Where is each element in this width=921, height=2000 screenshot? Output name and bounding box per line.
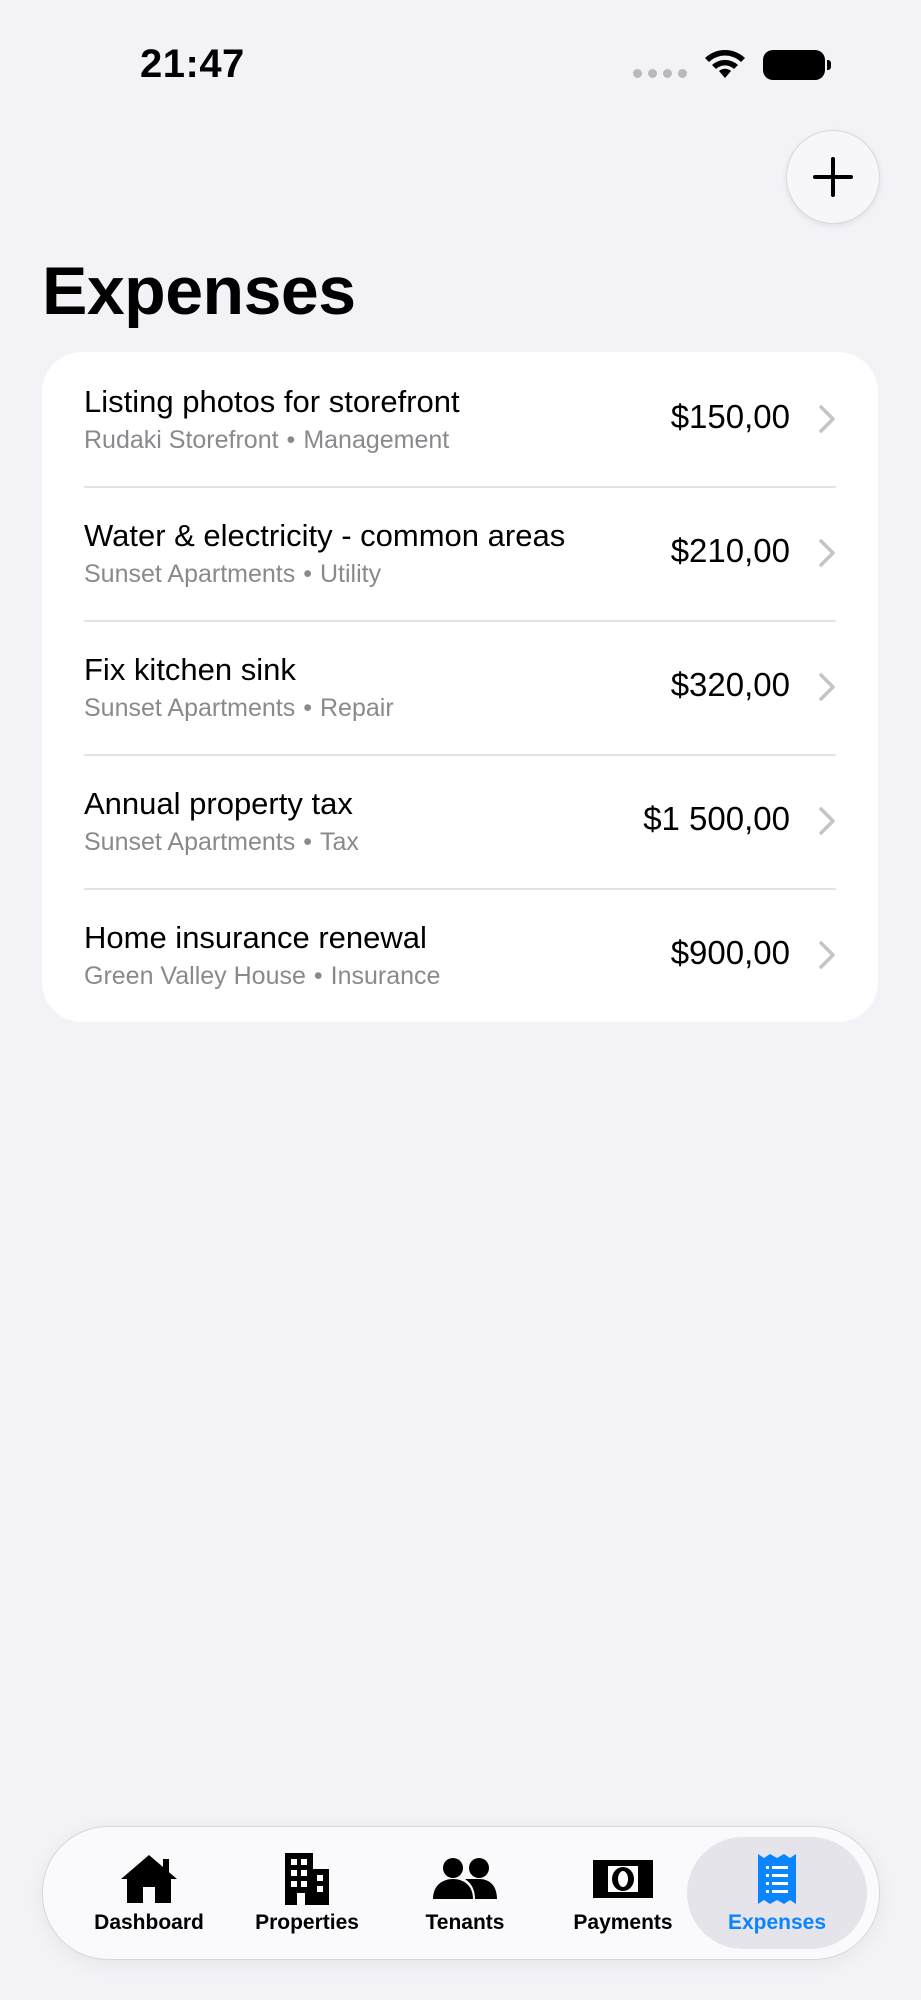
chevron-right-icon	[819, 539, 835, 567]
expense-row[interactable]: Home insurance renewal Green Valley Hous…	[42, 888, 878, 1022]
chevron-right-icon	[819, 807, 835, 835]
expense-title: Annual property tax	[84, 786, 353, 821]
status-time: 21:47	[140, 42, 245, 86]
expense-property: Sunset Apartments	[84, 828, 296, 856]
expense-title: Home insurance renewal	[84, 920, 427, 955]
expense-property: Sunset Apartments	[84, 560, 296, 588]
cellular-signal-icon	[633, 68, 687, 78]
house-icon	[121, 1855, 177, 1903]
expense-amount: $320,00	[670, 666, 790, 703]
tab-label: Properties	[255, 1911, 359, 1934]
tab-tenants[interactable]: Tenants	[375, 1837, 555, 1949]
expense-category: Insurance	[330, 962, 441, 990]
tab-dashboard[interactable]: Dashboard	[59, 1837, 239, 1949]
chevron-right-icon	[819, 405, 835, 433]
banknote-icon	[593, 1860, 653, 1898]
expense-category: Utility	[320, 560, 382, 588]
expense-category: Tax	[320, 828, 359, 856]
tab-label: Expenses	[727, 1911, 827, 1934]
expense-row[interactable]: Fix kitchen sink Sunset Apartments • Repai…	[42, 620, 878, 754]
expense-title: Listing photos for storefront	[84, 384, 460, 419]
expense-category: Management	[303, 426, 450, 454]
expense-property: Rudaki Storefront	[84, 426, 279, 454]
expense-category: Repair	[320, 694, 394, 722]
plus-icon	[813, 157, 853, 197]
expense-title: Fix kitchen sink	[84, 652, 296, 687]
expense-subtitle: Green Valley House • Insurance	[84, 962, 440, 991]
battery-icon	[763, 50, 831, 80]
expense-row[interactable]: Listing photos for storefront Rudaki Sto…	[42, 352, 878, 486]
expense-amount: $1 500,00	[643, 800, 790, 837]
status-indicators	[633, 48, 831, 82]
expense-amount: $210,00	[670, 532, 790, 569]
tab-payments[interactable]: Payments	[533, 1837, 713, 1949]
separator-dot: •	[303, 694, 312, 722]
building-icon	[285, 1853, 329, 1905]
tab-properties[interactable]: Properties	[217, 1837, 397, 1949]
status-bar: 21:47	[0, 0, 921, 120]
expense-amount: $150,00	[670, 398, 790, 435]
tab-expenses[interactable]: Expenses	[687, 1837, 867, 1949]
separator-dot: •	[303, 560, 312, 588]
expense-title: Water & electricity - common areas	[84, 518, 566, 553]
expense-subtitle: Sunset Apartments • Repair	[84, 694, 394, 723]
separator-dot: •	[313, 962, 323, 990]
expenses-list: Listing photos for storefront Rudaki Sto…	[42, 352, 878, 1022]
chevron-right-icon	[819, 673, 835, 701]
chevron-right-icon	[819, 941, 835, 969]
expense-amount: $900,00	[670, 934, 790, 971]
people-icon	[433, 1858, 497, 1899]
receipt-icon	[758, 1854, 796, 1904]
add-expense-button[interactable]	[786, 130, 880, 224]
expense-subtitle: Sunset Apartments • Tax	[84, 828, 359, 857]
tab-bar: Dashboard Properties Tenants Payments Ex…	[42, 1826, 880, 1960]
tab-label: Tenants	[425, 1911, 505, 1934]
wifi-icon	[705, 50, 745, 78]
tab-label: Payments	[573, 1911, 673, 1934]
page-title: Expenses	[42, 253, 356, 329]
tab-label: Dashboard	[94, 1911, 204, 1934]
expense-property: Sunset Apartments	[84, 694, 296, 722]
expense-row[interactable]: Annual property tax Sunset Apartments • Ta…	[42, 754, 878, 888]
separator-dot: •	[303, 828, 312, 856]
expense-row[interactable]: Water & electricity - common areas Sunse…	[42, 486, 878, 620]
expense-subtitle: Rudaki Storefront • Management	[84, 426, 449, 455]
expense-subtitle: Sunset Apartments • Utility	[84, 560, 381, 589]
separator-dot: •	[286, 426, 296, 454]
expense-property: Green Valley House	[84, 962, 306, 990]
